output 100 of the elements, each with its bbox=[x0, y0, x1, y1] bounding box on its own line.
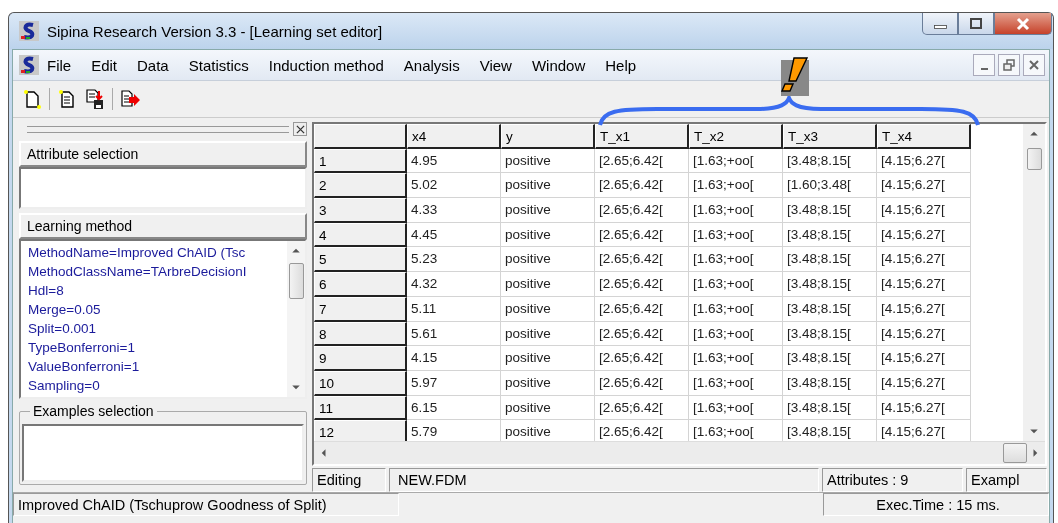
parameter-line: MethodClassName=TArbreDecisionI bbox=[28, 263, 248, 281]
table-cell: [2.65;6.42[ bbox=[595, 173, 689, 199]
row-header[interactable]: 8 bbox=[314, 321, 407, 347]
table-cell: [2.65;6.42[ bbox=[595, 222, 689, 248]
parameter-line: Merge=0.05 bbox=[28, 301, 102, 319]
table-cell: [4.15;6.27[ bbox=[877, 370, 971, 396]
app-logo-icon[interactable] bbox=[19, 55, 39, 75]
parameter-line: Sampling=0 bbox=[28, 377, 101, 395]
table-cell: [3.48;8.15[ bbox=[783, 272, 877, 297]
row-header[interactable]: 1 bbox=[314, 148, 407, 174]
minimize-button[interactable] bbox=[973, 54, 995, 76]
export-document-icon[interactable] bbox=[119, 88, 141, 110]
examples-list[interactable] bbox=[22, 424, 304, 482]
panel-title: Learning method bbox=[19, 213, 307, 239]
table-cell: [1.63;+oo[ bbox=[689, 296, 783, 322]
table-cell: 5.97 bbox=[407, 370, 501, 396]
menu-item[interactable]: File bbox=[39, 56, 82, 74]
new-document-icon[interactable] bbox=[21, 88, 43, 110]
panel-title: Attribute selection bbox=[19, 141, 307, 167]
row-header[interactable]: 7 bbox=[314, 296, 407, 322]
table-cell: [2.65;6.42[ bbox=[595, 346, 689, 371]
menu-item[interactable]: Analysis bbox=[393, 56, 470, 74]
table-cell: positive bbox=[501, 296, 595, 322]
menu-item[interactable]: View bbox=[469, 56, 522, 74]
parameter-line: Split=0.001 bbox=[28, 320, 97, 338]
table-cell: 4.95 bbox=[407, 148, 501, 174]
table-cell: positive bbox=[501, 321, 595, 347]
scroll-thumb[interactable] bbox=[1003, 443, 1027, 463]
column-header[interactable]: T_x2 bbox=[689, 124, 783, 149]
parameter-line: TypeBonferroni=1 bbox=[28, 339, 136, 357]
table-cell: positive bbox=[501, 247, 595, 273]
table-cell: 5.61 bbox=[407, 321, 501, 347]
table-cell: 4.33 bbox=[407, 198, 501, 223]
table-cell: [1.60;3.48[ bbox=[783, 173, 877, 199]
menu-item[interactable]: Edit bbox=[81, 56, 128, 74]
row-header[interactable]: 6 bbox=[314, 272, 407, 297]
table-cell: [2.65;6.42[ bbox=[595, 247, 689, 273]
table-cell: [1.63;+oo[ bbox=[689, 395, 783, 421]
scroll-thumb[interactable] bbox=[288, 263, 304, 299]
scrollbar[interactable] bbox=[314, 441, 1045, 464]
row-header[interactable]: 9 bbox=[314, 346, 407, 371]
menu-item[interactable]: Window bbox=[521, 56, 596, 74]
row-header[interactable]: 10 bbox=[314, 370, 407, 396]
row-header[interactable]: 12 bbox=[314, 420, 407, 441]
scrollbar[interactable] bbox=[1023, 124, 1045, 441]
maximize-button[interactable] bbox=[958, 13, 994, 35]
column-header[interactable]: T_x1 bbox=[595, 124, 689, 149]
column-header[interactable]: T_x3 bbox=[783, 124, 877, 149]
table-cell: [3.48;8.15[ bbox=[783, 395, 877, 421]
row-header[interactable]: 4 bbox=[314, 222, 407, 248]
table-cell: [3.48;8.15[ bbox=[783, 346, 877, 371]
column-header[interactable]: x4 bbox=[407, 124, 501, 149]
table-cell: [1.63;+oo[ bbox=[689, 346, 783, 371]
close-icon bbox=[1028, 59, 1040, 71]
row-header[interactable]: 2 bbox=[314, 173, 407, 199]
parameter-line: MethodName=Improved ChAID (Tsc bbox=[28, 244, 247, 262]
close-icon bbox=[295, 124, 305, 134]
table-cell: [4.15;6.27[ bbox=[877, 395, 971, 421]
row-header[interactable]: 11 bbox=[314, 395, 407, 421]
column-header[interactable]: T_x4 bbox=[877, 124, 971, 149]
menu-item[interactable]: Induction method bbox=[258, 56, 394, 74]
scroll-thumb[interactable] bbox=[1026, 148, 1042, 170]
row-header[interactable]: 5 bbox=[314, 247, 407, 273]
restore-button[interactable] bbox=[998, 54, 1020, 76]
table-cell: [4.15;6.27[ bbox=[877, 198, 971, 223]
table-cell: positive bbox=[501, 395, 595, 421]
method-list[interactable]: MethodName=Improved ChAID (Tsc MethodClassName=TArbreDecisionI Hdl=8 Merge=0.05 Split=0.001 TypeBonferroni=1 ValueBonferroni=1 Sampling=0 bbox=[19, 239, 307, 399]
table-cell: [1.63;+oo[ bbox=[689, 148, 783, 174]
grip-handle[interactable] bbox=[27, 125, 289, 133]
table-cell: [4.15;6.27[ bbox=[877, 346, 971, 371]
table-cell: [4.15;6.27[ bbox=[877, 148, 971, 174]
row-header[interactable]: 3 bbox=[314, 198, 407, 223]
table-cell: [2.65;6.42[ bbox=[595, 198, 689, 223]
status-text: Exec.Time : 15 ms. bbox=[823, 493, 1049, 516]
table-cell: [4.15;6.27[ bbox=[877, 173, 971, 199]
status-panel: Attributes : 9 bbox=[822, 468, 963, 492]
close-button[interactable] bbox=[1023, 54, 1045, 76]
close-button[interactable] bbox=[293, 122, 307, 136]
table-cell: [4.15;6.27[ bbox=[877, 296, 971, 322]
app-logo-icon bbox=[19, 21, 39, 41]
attribute-list[interactable] bbox=[19, 167, 307, 209]
table-cell: positive bbox=[501, 198, 595, 223]
table-cell: [1.63;+oo[ bbox=[689, 247, 783, 273]
minimize-button[interactable] bbox=[922, 13, 958, 35]
menu-item[interactable]: Data bbox=[127, 56, 179, 74]
minimize-icon bbox=[980, 68, 988, 70]
close-button[interactable] bbox=[994, 13, 1052, 35]
column-header[interactable]: y bbox=[501, 124, 595, 149]
scrollbar[interactable] bbox=[287, 241, 305, 397]
table-cell: [3.48;8.15[ bbox=[783, 148, 877, 174]
table-cell: positive bbox=[501, 370, 595, 396]
save-document-icon[interactable] bbox=[84, 88, 106, 110]
table-cell: positive bbox=[501, 173, 595, 199]
table-cell: [2.65;6.42[ bbox=[595, 272, 689, 297]
table-cell: 4.45 bbox=[407, 222, 501, 248]
menu-item[interactable]: Statistics bbox=[178, 56, 259, 74]
minimize-icon bbox=[933, 24, 947, 29]
table-cell: [3.48;8.15[ bbox=[783, 222, 877, 248]
table-cell: 6.15 bbox=[407, 395, 501, 421]
menu-item[interactable]: Help bbox=[595, 56, 647, 74]
